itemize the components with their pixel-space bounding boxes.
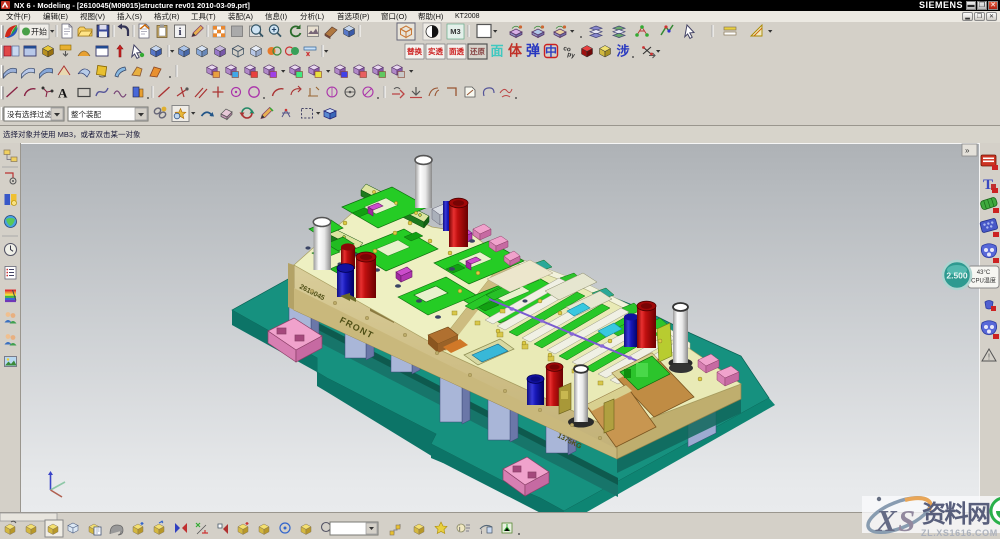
svg-text:X: X xyxy=(875,503,898,538)
svg-text:CPU温度: CPU温度 xyxy=(971,277,996,285)
svg-text:面: 面 xyxy=(490,44,503,59)
svg-text:还原: 还原 xyxy=(469,46,485,56)
svg-text:2.500: 2.500 xyxy=(946,271,968,281)
svg-text:体: 体 xyxy=(508,43,523,59)
svg-text:A: A xyxy=(58,86,68,101)
svg-text:弹: 弹 xyxy=(526,43,540,59)
svg-text:实透: 实透 xyxy=(428,46,443,56)
svg-text:»: » xyxy=(965,146,970,155)
svg-text:i: i xyxy=(179,27,182,38)
svg-text:M3: M3 xyxy=(450,27,460,36)
svg-text:中: 中 xyxy=(545,44,557,59)
svg-text:!: ! xyxy=(988,353,990,362)
svg-text:S: S xyxy=(898,503,915,538)
svg-text:面透: 面透 xyxy=(449,46,464,56)
svg-text:资料网: 资料网 xyxy=(922,501,990,528)
svg-text:替换: 替换 xyxy=(407,46,422,56)
svg-text:涉: 涉 xyxy=(616,44,629,59)
svg-text:整个装配: 整个装配 xyxy=(71,109,101,119)
svg-text:ZL.XS1616.COM: ZL.XS1616.COM xyxy=(921,528,998,538)
svg-text:py: py xyxy=(567,51,576,60)
svg-text:43°C: 43°C xyxy=(977,270,991,276)
svg-text:开始: 开始 xyxy=(31,27,47,37)
svg-text:i: i xyxy=(481,530,482,536)
